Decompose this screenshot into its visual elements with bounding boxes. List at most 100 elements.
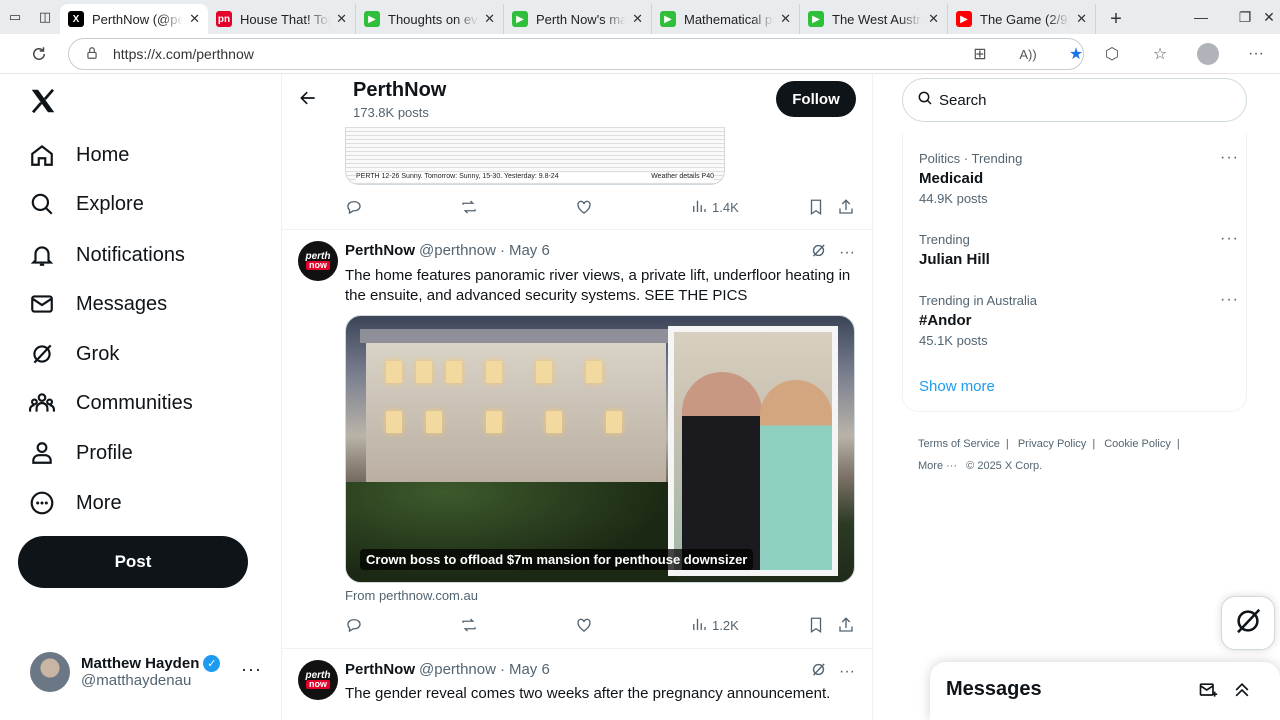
grok-explain-icon[interactable]: [810, 242, 827, 264]
browser-tab[interactable]: ▶ The Game (2/9) | ✕: [948, 4, 1096, 34]
views-stat[interactable]: 1.2K: [690, 615, 739, 636]
more-circle-icon: [28, 489, 56, 517]
tweet-author-name[interactable]: PerthNow: [345, 661, 415, 678]
tweet-more-icon[interactable]: ···: [839, 663, 855, 681]
retweet-icon[interactable]: [460, 616, 478, 634]
trend-count: 44.9K posts: [919, 191, 988, 206]
home-icon: [28, 141, 56, 169]
newspaper-image[interactable]: PERTH 12-26 Sunny. Tomorrow: Sunny, 15-3…: [345, 124, 725, 185]
trend-context: Trending: [919, 232, 970, 247]
x-logo-icon[interactable]: [28, 86, 58, 116]
account-more-icon[interactable]: ···: [241, 659, 262, 680]
show-more-link[interactable]: Show more: [919, 378, 995, 395]
views-stat[interactable]: 1.4K: [690, 197, 739, 218]
trend-more-icon[interactable]: ···: [1220, 149, 1239, 167]
tweet-more-icon[interactable]: ···: [839, 244, 855, 262]
link-card-image[interactable]: Crown boss to offload $7m mansion for pe…: [345, 315, 855, 583]
tab-favicon-icon: ▶: [660, 11, 676, 27]
trend-more-icon[interactable]: ···: [1220, 291, 1239, 309]
person-icon: [28, 439, 56, 467]
tweet[interactable]: perth now PerthNow @perthnow · May 6 ··· …: [282, 649, 872, 720]
tweet-author-handle[interactable]: @perthnow: [419, 242, 496, 259]
terms-link[interactable]: Terms of Service: [918, 438, 1000, 450]
perthnow-avatar[interactable]: perth now: [298, 660, 338, 700]
tweet-author-handle[interactable]: @perthnow: [419, 661, 496, 678]
nav-communities[interactable]: Communities: [28, 383, 193, 423]
browser-tab[interactable]: pn House That! Top stories ✕: [208, 4, 356, 34]
tab-close-icon[interactable]: ✕: [928, 11, 939, 27]
browser-tab[interactable]: ▶ Perth Now's mali ✕: [504, 4, 652, 34]
views-icon: [690, 197, 708, 218]
trend-item[interactable]: Trending in Australia #Andor 45.1K posts…: [919, 291, 1239, 348]
cookie-link[interactable]: Cookie Policy: [1104, 438, 1171, 450]
minimize-button[interactable]: —: [1178, 0, 1224, 34]
search-input[interactable]: Search: [902, 78, 1247, 122]
workspaces-icon[interactable]: ▭: [0, 0, 30, 34]
new-message-icon[interactable]: [1198, 680, 1218, 705]
nav-notifications[interactable]: Notifications: [28, 235, 185, 275]
favorites-icon[interactable]: ☆: [1136, 44, 1184, 64]
tab-actions-icon[interactable]: ◫: [30, 0, 60, 34]
nav-messages[interactable]: Messages: [28, 284, 167, 324]
share-icon[interactable]: [837, 198, 855, 216]
trend-item[interactable]: Trending Julian Hill ···: [919, 230, 1239, 268]
browser-menu-icon[interactable]: ···: [1232, 45, 1280, 63]
browser-tab[interactable]: ▶ Mathematical pr ✕: [652, 4, 800, 34]
tab-title: PerthNow (@perthnow) / X: [92, 11, 184, 27]
like-icon[interactable]: [575, 198, 593, 216]
page-title: PerthNow: [353, 79, 447, 101]
reply-icon[interactable]: [345, 198, 363, 216]
tab-close-icon[interactable]: ✕: [780, 11, 791, 27]
extensions-icon[interactable]: ⬡: [1088, 44, 1136, 64]
tab-close-icon[interactable]: ✕: [632, 11, 643, 27]
tab-close-icon[interactable]: ✕: [189, 11, 200, 27]
post-button[interactable]: Post: [18, 536, 248, 588]
bookmark-icon[interactable]: [807, 198, 825, 216]
chevron-up-icon[interactable]: [1232, 680, 1252, 705]
grok-explain-icon[interactable]: [810, 661, 827, 683]
nav-home[interactable]: Home: [28, 135, 129, 175]
nav-more[interactable]: More: [28, 483, 122, 523]
tweet-actions: 1.4K: [345, 195, 855, 219]
perthnow-avatar[interactable]: perth now: [298, 241, 338, 281]
tab-close-icon[interactable]: ✕: [484, 11, 495, 27]
browser-tab[interactable]: ▶ The West Austral ✕: [800, 4, 948, 34]
profile-avatar-icon[interactable]: [1184, 43, 1232, 65]
back-arrow-icon[interactable]: [298, 88, 318, 114]
new-tab-button[interactable]: +: [1096, 4, 1136, 34]
bookmark-icon[interactable]: [807, 616, 825, 634]
app-available-icon[interactable]: ⊞: [956, 44, 1004, 64]
privacy-link[interactable]: Privacy Policy: [1018, 438, 1086, 450]
trend-more-icon[interactable]: ···: [1220, 230, 1239, 248]
tweet-separator: ·: [499, 242, 505, 259]
nav-grok[interactable]: Grok: [28, 334, 119, 374]
grok-float-button[interactable]: [1221, 596, 1275, 650]
tab-close-icon[interactable]: ✕: [1076, 11, 1087, 27]
url-field[interactable]: https://x.com/perthnow: [68, 38, 1084, 70]
read-aloud-icon[interactable]: A)): [1004, 47, 1052, 62]
nav-profile[interactable]: Profile: [28, 433, 133, 473]
nav-explore[interactable]: Explore: [28, 184, 144, 224]
tweet[interactable]: perth now PerthNow @perthnow · May 6 ··· …: [282, 230, 872, 648]
tweet-text: The home features panoramic river views,…: [345, 267, 851, 304]
reply-icon[interactable]: [345, 616, 363, 634]
follow-button[interactable]: Follow: [776, 81, 856, 117]
search-icon: [917, 90, 939, 110]
refresh-icon[interactable]: [24, 39, 54, 69]
messages-drawer[interactable]: Messages: [930, 662, 1280, 720]
share-icon[interactable]: [837, 616, 855, 634]
footer-more-link[interactable]: More ···: [918, 460, 957, 472]
trend-item[interactable]: Politics · Trending Medicaid 44.9K posts…: [919, 149, 1239, 206]
like-icon[interactable]: [575, 616, 593, 634]
tweet-author-name[interactable]: PerthNow: [345, 242, 415, 259]
browser-tab[interactable]: X PerthNow (@perthnow) / X ✕: [60, 4, 208, 34]
retweet-icon[interactable]: [460, 198, 478, 216]
tweet-date[interactable]: May 6: [509, 242, 550, 259]
copyright: © 2025 X Corp.: [966, 460, 1043, 472]
browser-tab[interactable]: ▶ Thoughts on evil ✕: [356, 4, 504, 34]
tweet-date[interactable]: May 6: [509, 661, 550, 678]
card-source-link[interactable]: From perthnow.com.au: [345, 588, 478, 603]
close-window-button[interactable]: ✕: [1258, 0, 1280, 34]
tab-close-icon[interactable]: ✕: [336, 11, 347, 27]
account-switcher[interactable]: Matthew Hayden ✓ @matthaydenau ···: [30, 649, 270, 695]
